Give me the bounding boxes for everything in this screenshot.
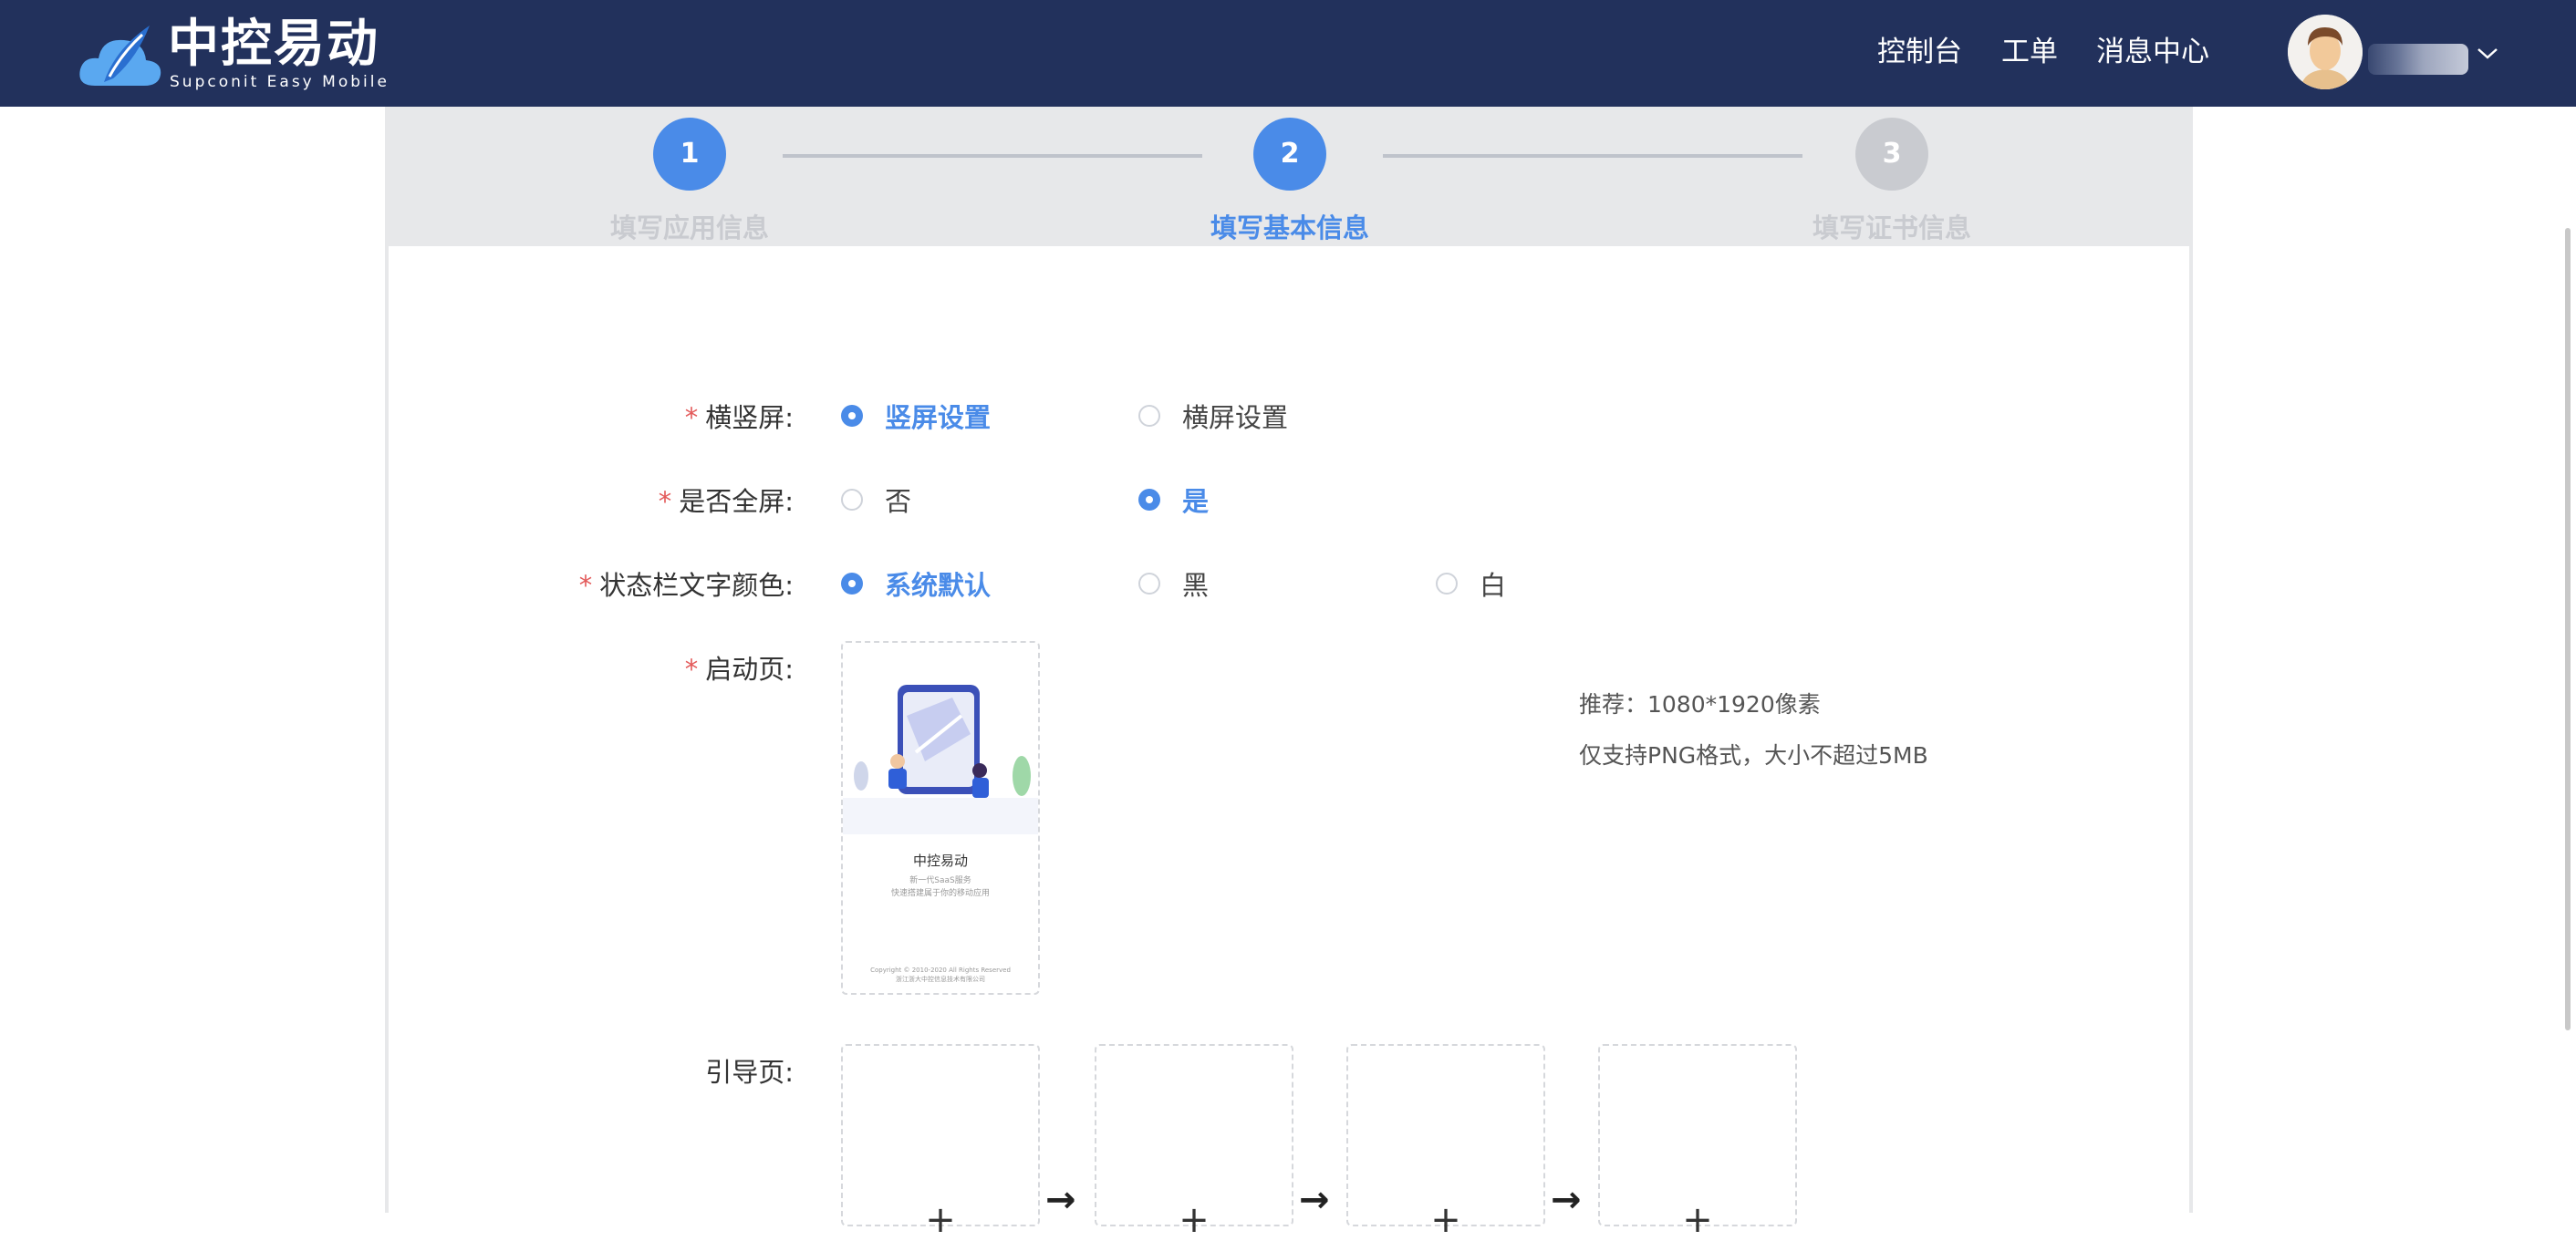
splash-format-hint: 仅支持PNG格式，大小不超过5MB bbox=[1579, 742, 1928, 769]
guide-upload-box-4[interactable]: + bbox=[1598, 1044, 1797, 1241]
required-mark: * bbox=[684, 654, 699, 685]
radio-landscape[interactable]: 横屏设置 bbox=[1138, 397, 1288, 435]
step-3-circle: 3 bbox=[1855, 118, 1928, 191]
main-form-panel: 1 填写应用信息 2 填写基本信息 3 填写证书信息 * 横竖屏: 竖屏设置 横屏… bbox=[385, 107, 2193, 1241]
required-mark: * bbox=[578, 570, 593, 601]
radio-portrait[interactable]: 竖屏设置 bbox=[841, 397, 991, 435]
radio-unchecked-icon bbox=[1138, 573, 1160, 595]
radio-fullscreen-yes-label: 是 bbox=[1182, 486, 1210, 517]
radio-fullscreen-yes[interactable]: 是 bbox=[1138, 481, 1209, 519]
radio-checked-icon bbox=[841, 573, 863, 595]
radio-unchecked-icon bbox=[1436, 573, 1458, 595]
radio-fullscreen-no[interactable]: 否 bbox=[841, 481, 911, 519]
logo-title: 中控易动 bbox=[168, 15, 379, 74]
splash-upload-box[interactable]: 中控易动 新一代SaaS服务 快速搭建属于你的移动应用 Copyright © … bbox=[841, 641, 1040, 995]
nav-tickets[interactable]: 工单 bbox=[2001, 31, 2058, 73]
step-3-label: 填写证书信息 bbox=[1812, 212, 1971, 243]
radio-unchecked-icon bbox=[1138, 405, 1160, 427]
chevron-down-icon[interactable] bbox=[2474, 40, 2501, 67]
page-scrollbar[interactable] bbox=[2565, 228, 2571, 1030]
radio-statusbar-default[interactable]: 系统默认 bbox=[841, 564, 991, 603]
required-mark: * bbox=[684, 402, 699, 433]
step-2-circle: 2 bbox=[1253, 118, 1326, 191]
fullscreen-label: * 是否全屏: bbox=[659, 481, 794, 519]
splash-preview-footer2: 浙江浙大中控信息技术有限公司 bbox=[896, 976, 985, 983]
radio-statusbar-default-label: 系统默认 bbox=[885, 570, 992, 601]
splash-preview-footer1: Copyright © 2010-2020 All Rights Reserve… bbox=[870, 967, 1011, 974]
arrow-right-icon: → bbox=[1045, 1179, 1076, 1221]
radio-statusbar-white-label: 白 bbox=[1480, 570, 1507, 601]
progress-steps: 1 填写应用信息 2 填写基本信息 3 填写证书信息 bbox=[389, 107, 2189, 246]
step-connector-1 bbox=[783, 154, 1202, 158]
step-connector-2 bbox=[1383, 154, 1802, 158]
nav-message-center[interactable]: 消息中心 bbox=[2096, 31, 2209, 73]
guide-upload-box-2[interactable]: + bbox=[1095, 1044, 1293, 1241]
arrow-right-icon: → bbox=[1299, 1179, 1330, 1221]
fullscreen-label-text: 是否全屏: bbox=[679, 486, 794, 517]
app-logo[interactable]: 中控易动 Supconit Easy Mobile bbox=[77, 13, 387, 95]
arrow-right-icon: → bbox=[1551, 1179, 1582, 1221]
radio-statusbar-white[interactable]: 白 bbox=[1436, 564, 1506, 603]
user-avatar[interactable] bbox=[2288, 15, 2363, 89]
radio-checked-icon bbox=[1138, 489, 1160, 511]
username-redacted bbox=[2368, 44, 2468, 75]
top-navigation-bar: 中控易动 Supconit Easy Mobile 控制台 工单 消息中心 bbox=[0, 0, 2576, 107]
radio-landscape-label: 横屏设置 bbox=[1182, 402, 1289, 433]
step-2-label: 填写基本信息 bbox=[1210, 212, 1369, 243]
statusbar-color-label-text: 状态栏文字颜色: bbox=[599, 570, 794, 601]
plus-icon: + bbox=[1430, 1199, 1461, 1241]
nav-console[interactable]: 控制台 bbox=[1877, 31, 1962, 73]
splash-illustration-icon bbox=[843, 685, 1038, 834]
radio-portrait-label: 竖屏设置 bbox=[885, 402, 992, 433]
plus-icon: + bbox=[1179, 1199, 1210, 1241]
logo-subtitle: Supconit Easy Mobile bbox=[170, 73, 390, 91]
plus-icon: + bbox=[1682, 1199, 1713, 1241]
user-avatar-icon bbox=[2288, 15, 2363, 89]
guide-label-text: 引导页: bbox=[705, 1057, 794, 1088]
radio-statusbar-black[interactable]: 黑 bbox=[1138, 564, 1209, 603]
plus-icon: + bbox=[925, 1199, 956, 1241]
radio-statusbar-black-label: 黑 bbox=[1182, 570, 1210, 601]
guide-label: 引导页: bbox=[705, 1051, 794, 1090]
orientation-label: * 横竖屏: bbox=[685, 397, 794, 435]
radio-unchecked-icon bbox=[841, 489, 863, 511]
splash-label: * 启动页: bbox=[685, 648, 794, 687]
splash-label-text: 启动页: bbox=[705, 654, 794, 685]
splash-preview-title: 中控易动 bbox=[912, 853, 968, 869]
guide-upload-box-3[interactable]: + bbox=[1346, 1044, 1545, 1241]
orientation-label-text: 横竖屏: bbox=[705, 402, 794, 433]
required-mark: * bbox=[658, 486, 672, 517]
step-1-circle: 1 bbox=[653, 118, 726, 191]
splash-preview-line1: 新一代SaaS服务 bbox=[909, 876, 971, 885]
radio-fullscreen-no-label: 否 bbox=[885, 486, 912, 517]
step-1-label: 填写应用信息 bbox=[609, 212, 769, 243]
splash-size-hint: 推荐：1080*1920像素 bbox=[1579, 691, 1821, 718]
splash-preview-line2: 快速搭建属于你的移动应用 bbox=[890, 889, 990, 898]
radio-checked-icon bbox=[841, 405, 863, 427]
cloud-quill-logo-icon bbox=[79, 26, 161, 86]
statusbar-color-label: * 状态栏文字颜色: bbox=[579, 564, 794, 603]
guide-upload-box-1[interactable]: + bbox=[841, 1044, 1040, 1241]
